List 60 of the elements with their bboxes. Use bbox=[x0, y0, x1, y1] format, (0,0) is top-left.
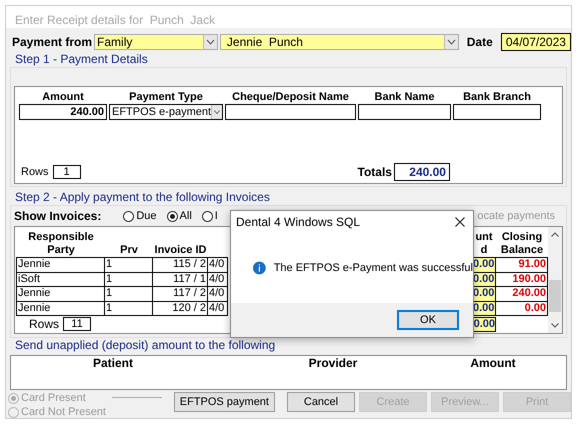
radio-button[interactable]: Due bbox=[123, 210, 157, 222]
column-header: Payment Type bbox=[128, 91, 204, 104]
input-field[interactable]: 240.00 bbox=[19, 104, 107, 120]
window-title: Enter Receipt details for Punch Jack bbox=[6, 6, 571, 28]
field-label: Date bbox=[466, 35, 493, 49]
dropdown[interactable]: Jennie Punch bbox=[220, 34, 459, 50]
table-cell: 0.00 bbox=[495, 300, 548, 316]
column-header: Amount bbox=[41, 91, 85, 104]
totals-field: 240.00 bbox=[394, 163, 450, 181]
section-title: Step 1 - Payment Details bbox=[14, 52, 149, 67]
column-header: Bank Branch bbox=[462, 91, 532, 104]
rows-count-field: 11 bbox=[63, 317, 92, 331]
column-header: Closing Balance bbox=[500, 230, 544, 257]
table-cell: 120 / 2 bbox=[152, 300, 208, 316]
button[interactable]: EFTPOS payment bbox=[174, 392, 275, 412]
column-header: unt d bbox=[474, 230, 494, 257]
totals-label: Totals bbox=[358, 165, 392, 179]
column-header: Prv bbox=[119, 243, 139, 257]
table-cell: Jennie bbox=[16, 300, 105, 316]
rows-count-field: 1 bbox=[52, 165, 81, 179]
input-field[interactable] bbox=[358, 104, 451, 120]
input-field[interactable] bbox=[453, 104, 541, 120]
caret-icon bbox=[202, 35, 217, 49]
column-header: Amount bbox=[469, 356, 517, 369]
column-header: Bank Name bbox=[374, 91, 436, 104]
option-label: ocate payments bbox=[477, 210, 555, 222]
table-cell: 1 bbox=[104, 300, 153, 316]
ok-button[interactable]: OK bbox=[397, 310, 459, 330]
table-cell: 4/0 bbox=[207, 286, 228, 302]
radio-button[interactable]: All bbox=[166, 210, 192, 222]
column-header: Patient bbox=[92, 356, 134, 369]
caret-icon bbox=[211, 105, 222, 119]
dialog-message: The EFTPOS e-Payment was successful bbox=[274, 262, 473, 274]
scrollbar[interactable] bbox=[548, 227, 562, 333]
filter-label: Show Invoices: bbox=[14, 209, 102, 223]
dropdown[interactable]: Family bbox=[94, 34, 218, 50]
scroll-down-icon[interactable] bbox=[551, 323, 559, 328]
column-header: Provider bbox=[308, 356, 358, 369]
column-header: Cheque/Deposit Name bbox=[231, 91, 350, 104]
rows-label: Rows bbox=[29, 317, 60, 331]
section-title: Send unapplied (deposit) amount to the following bbox=[14, 338, 276, 353]
date-field[interactable]: 04/07/2023 bbox=[500, 33, 571, 51]
total-field: 0.00 bbox=[472, 316, 496, 332]
column-header: Responsible Party bbox=[27, 230, 95, 257]
table-cell: 4/0 bbox=[207, 300, 228, 316]
caret-icon bbox=[444, 35, 458, 49]
close-icon[interactable] bbox=[455, 217, 465, 227]
table-cell: 4/0 bbox=[207, 257, 228, 272]
button[interactable]: Cancel bbox=[287, 392, 355, 412]
dropdown[interactable]: EFTPOS e-payment bbox=[109, 104, 223, 120]
scroll-up-icon[interactable] bbox=[551, 232, 559, 237]
dialog-title: Dental 4 Windows SQL bbox=[236, 215, 360, 229]
column-header: Invoice ID bbox=[154, 243, 208, 257]
field-label: Payment from bbox=[12, 35, 92, 49]
table-cell: 4/0 bbox=[207, 272, 228, 287]
rows-label: Rows bbox=[21, 166, 49, 178]
section-title: Step 2 - Apply payment to the following Invoices bbox=[14, 190, 271, 205]
scrollbar-thumb[interactable] bbox=[549, 280, 561, 312]
table-cell: Jennie bbox=[16, 257, 105, 272]
input-field[interactable] bbox=[225, 104, 356, 120]
